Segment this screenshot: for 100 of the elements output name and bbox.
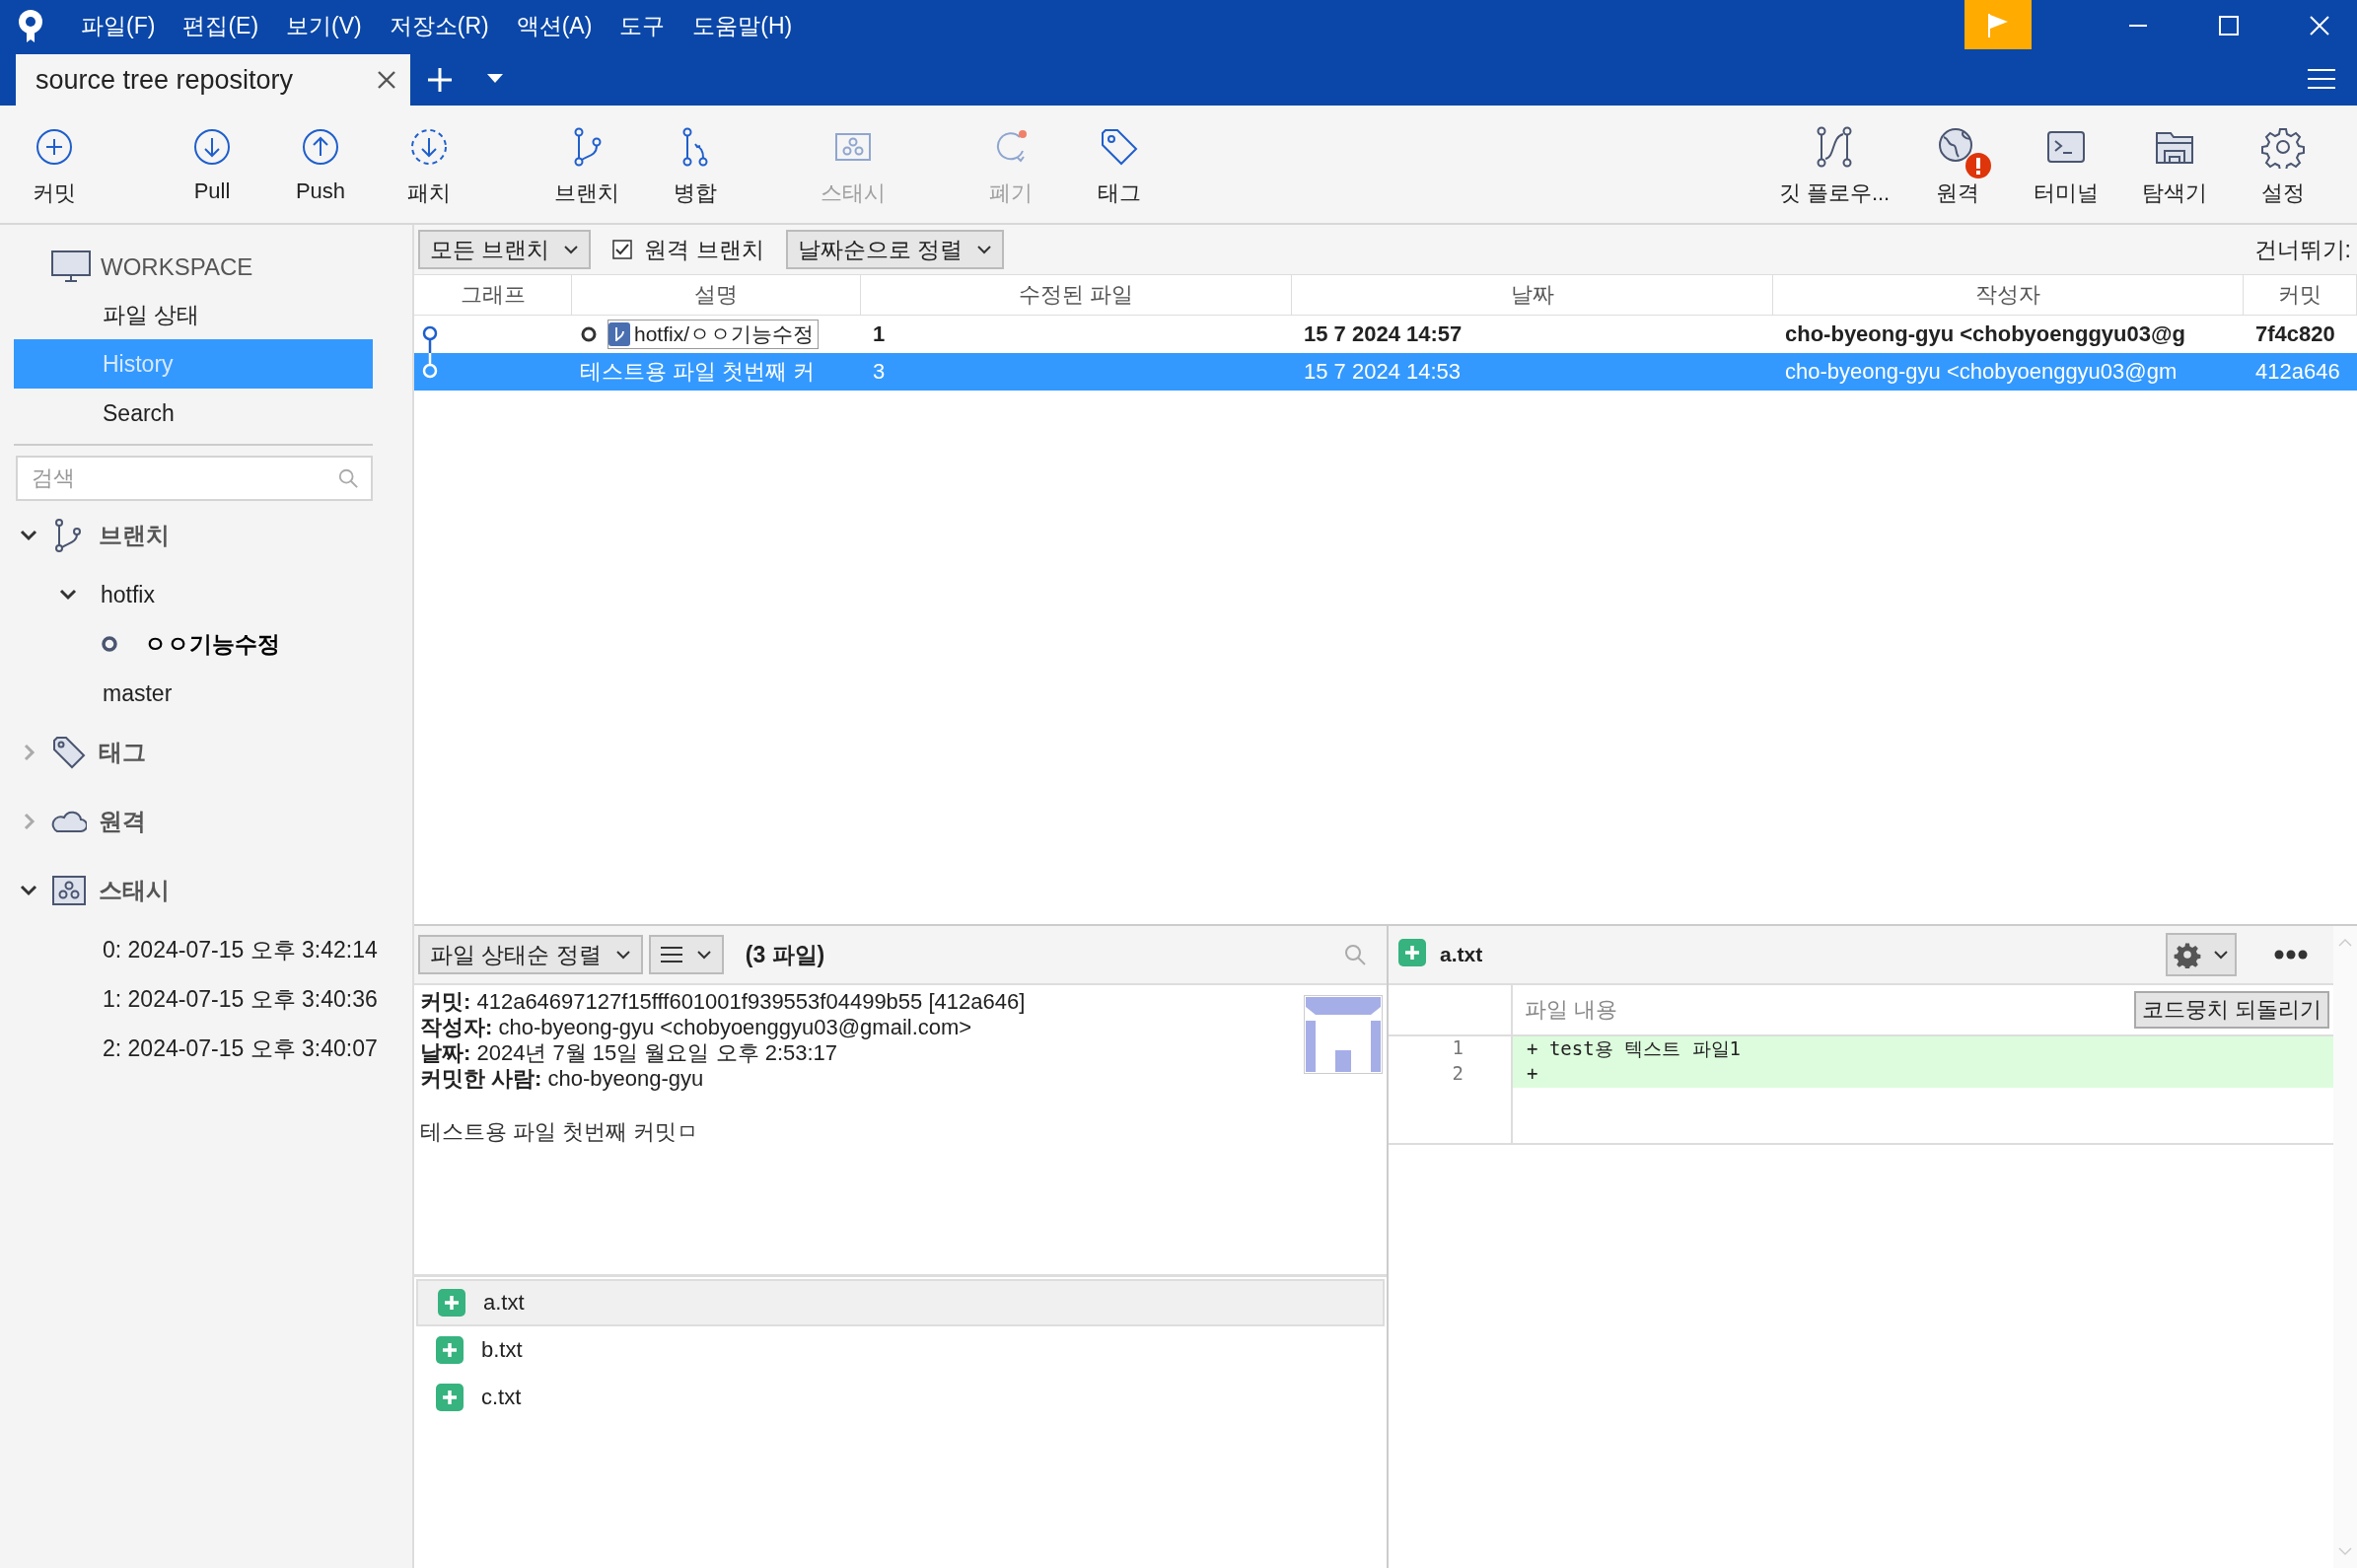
repository-tab[interactable]: source tree repository xyxy=(16,54,410,106)
caret-icon xyxy=(614,950,631,960)
branch-icon xyxy=(608,322,630,346)
tag-icon xyxy=(51,735,87,770)
maximize-icon[interactable] xyxy=(2219,16,2239,36)
menu-icon[interactable] xyxy=(2308,68,2335,90)
file-row[interactable]: c.txt xyxy=(416,1374,1385,1421)
flag-icon xyxy=(1986,12,2010,37)
toolbar-button[interactable]: 탐색기 xyxy=(2120,106,2229,223)
menu-item[interactable]: 액션(A) xyxy=(516,10,593,41)
file-count-label: (3 파일) xyxy=(745,940,825,969)
menu-item[interactable]: 도움말(H) xyxy=(692,10,793,41)
add-tab-icon[interactable] xyxy=(426,66,454,94)
file-name: b.txt xyxy=(481,1337,523,1363)
section-heading[interactable]: 브랜치 xyxy=(99,520,170,551)
gear-icon xyxy=(2174,941,2201,968)
file-count: 3 xyxy=(872,358,887,386)
caret-icon xyxy=(2213,950,2229,960)
jump-label: 건너뛰기: xyxy=(2253,235,2351,264)
commit-detail-line: 날짜: 2024년 7월 15일 월요일 오후 2:53:17 xyxy=(420,1040,839,1066)
sidebar-item[interactable]: Search xyxy=(14,389,373,438)
section-heading[interactable]: 스태시 xyxy=(99,875,170,906)
toolbar-button[interactable]: 태그 xyxy=(1065,106,1174,223)
file-sort-dropdown[interactable]: 파일 상태순 정렬 xyxy=(418,935,643,974)
stash-item[interactable]: 0: 2024-07-15 오후 3:42:14 xyxy=(103,934,378,965)
toolbar-button[interactable]: 원격 xyxy=(1903,106,2012,223)
column-header[interactable]: 커밋 xyxy=(2244,275,2357,315)
column-header[interactable]: 수정된 파일 xyxy=(861,275,1292,315)
view-mode-dropdown[interactable] xyxy=(648,935,724,974)
menu-item[interactable]: 편집(E) xyxy=(182,10,259,41)
toolbar-button[interactable]: Pull xyxy=(158,106,266,223)
hunk-header: 파일 내용 xyxy=(1525,996,1618,1024)
toolbar-button[interactable]: 설정 xyxy=(2229,106,2337,223)
remote-branches-checkbox[interactable]: 원격 브랜치 xyxy=(612,234,764,265)
list-icon xyxy=(660,946,682,963)
branch-item[interactable]: master xyxy=(103,679,173,707)
caret-icon xyxy=(695,950,712,960)
avatar-identicon xyxy=(1304,995,1383,1074)
menu-item[interactable]: 파일(F) xyxy=(81,10,156,41)
column-header[interactable]: 설명 xyxy=(572,275,861,315)
toolbar-button[interactable]: 패치 xyxy=(375,106,483,223)
commit-date: 15 7 2024 14:53 xyxy=(1303,358,1463,386)
options-button[interactable] xyxy=(2166,933,2237,976)
close-icon[interactable] xyxy=(377,70,396,90)
file-count: 1 xyxy=(872,321,887,348)
sidebar-item[interactable]: 파일 상태 xyxy=(14,290,373,339)
menu-item[interactable]: 저장소(R) xyxy=(389,10,489,41)
toolbar-button[interactable]: 브랜치 xyxy=(533,106,641,223)
section-heading[interactable]: 원격 xyxy=(99,806,146,837)
section-heading[interactable]: 태그 xyxy=(99,737,146,768)
settings-icon xyxy=(2261,125,2305,169)
revert-hunk-button[interactable]: 코드뭉치 되돌리기 xyxy=(2133,991,2329,1029)
stash-item[interactable]: 2: 2024-07-15 오후 3:40:07 xyxy=(103,1033,378,1064)
column-header[interactable]: 날짜 xyxy=(1292,275,1773,315)
tab-title[interactable]: source tree repository xyxy=(36,64,294,96)
commit-detail-line: 커밋한 사람: cho-byeong-gyu xyxy=(420,1066,705,1092)
branch-folder[interactable]: hotfix xyxy=(101,581,155,608)
app-logo-icon xyxy=(16,9,45,42)
added-file-icon xyxy=(438,1289,465,1317)
commit-message: 테스트용 파일 첫번째 커밋ㅁ xyxy=(420,1118,700,1146)
file-name: c.txt xyxy=(481,1385,522,1410)
toolbar-button[interactable]: 커밋 xyxy=(0,106,108,223)
commit-hash: 412a646 xyxy=(2254,358,2341,386)
stash-item[interactable]: 1: 2024-07-15 오후 3:40:36 xyxy=(103,983,378,1015)
dropdown-caret-icon[interactable] xyxy=(487,74,503,84)
workspace-heading: WORKSPACE xyxy=(101,253,253,281)
caret-icon xyxy=(563,245,580,254)
column-header[interactable]: 작성자 xyxy=(1773,275,2244,315)
sort-dropdown[interactable]: 날짜순으로 정렬 xyxy=(785,230,1005,269)
commit-author: cho-byeong-gyu <chobyoenggyu03@gm xyxy=(1784,358,2178,386)
branch-name: hotfix/ㅇㅇ기능수정 xyxy=(634,321,815,347)
branch-item[interactable]: ㅇㅇ기능수정 xyxy=(144,628,280,660)
added-file-icon xyxy=(436,1384,464,1411)
file-row[interactable]: a.txt xyxy=(416,1279,1385,1326)
file-row[interactable]: b.txt xyxy=(416,1326,1385,1374)
column-header[interactable]: 그래프 xyxy=(414,275,572,315)
monitor-icon xyxy=(51,250,91,284)
file-name: a.txt xyxy=(483,1290,525,1316)
line-number: 2 xyxy=(1451,1062,1464,1086)
commit-hash: 7f4c820 xyxy=(2254,321,2336,348)
menu-item[interactable]: 도구 xyxy=(619,10,666,41)
toolbar-button[interactable]: 병합 xyxy=(641,106,750,223)
toolbar-button[interactable]: 깃 플로우... xyxy=(1765,106,1903,223)
caret-icon xyxy=(976,245,993,254)
menu-item[interactable]: 보기(V) xyxy=(286,10,362,41)
branch-filter-dropdown[interactable]: 모든 브랜치 xyxy=(418,230,592,269)
head-marker-icon xyxy=(580,325,598,343)
commit-author: cho-byeong-gyu <chobyoenggyu03@g xyxy=(1784,321,2186,348)
commit-message: 테스트용 파일 첫번째 커 xyxy=(580,358,816,386)
more-icon[interactable] xyxy=(2274,950,2308,960)
toolbar-button[interactable]: Push xyxy=(266,106,375,223)
added-file-icon xyxy=(436,1336,464,1364)
commit-date: 15 7 2024 14:57 xyxy=(1303,321,1464,348)
line-number: 1 xyxy=(1451,1036,1464,1060)
search-field[interactable]: 검색 xyxy=(16,456,373,501)
diff-file-name: a.txt xyxy=(1440,943,1483,966)
commit-detail-line: 커밋: 412a64697127f15fff601001f939553f04499b55 [412a646] xyxy=(420,989,1027,1015)
stash-icon xyxy=(51,873,87,908)
search-icon xyxy=(337,467,359,489)
toolbar-button[interactable]: 터미널 xyxy=(2012,106,2120,223)
